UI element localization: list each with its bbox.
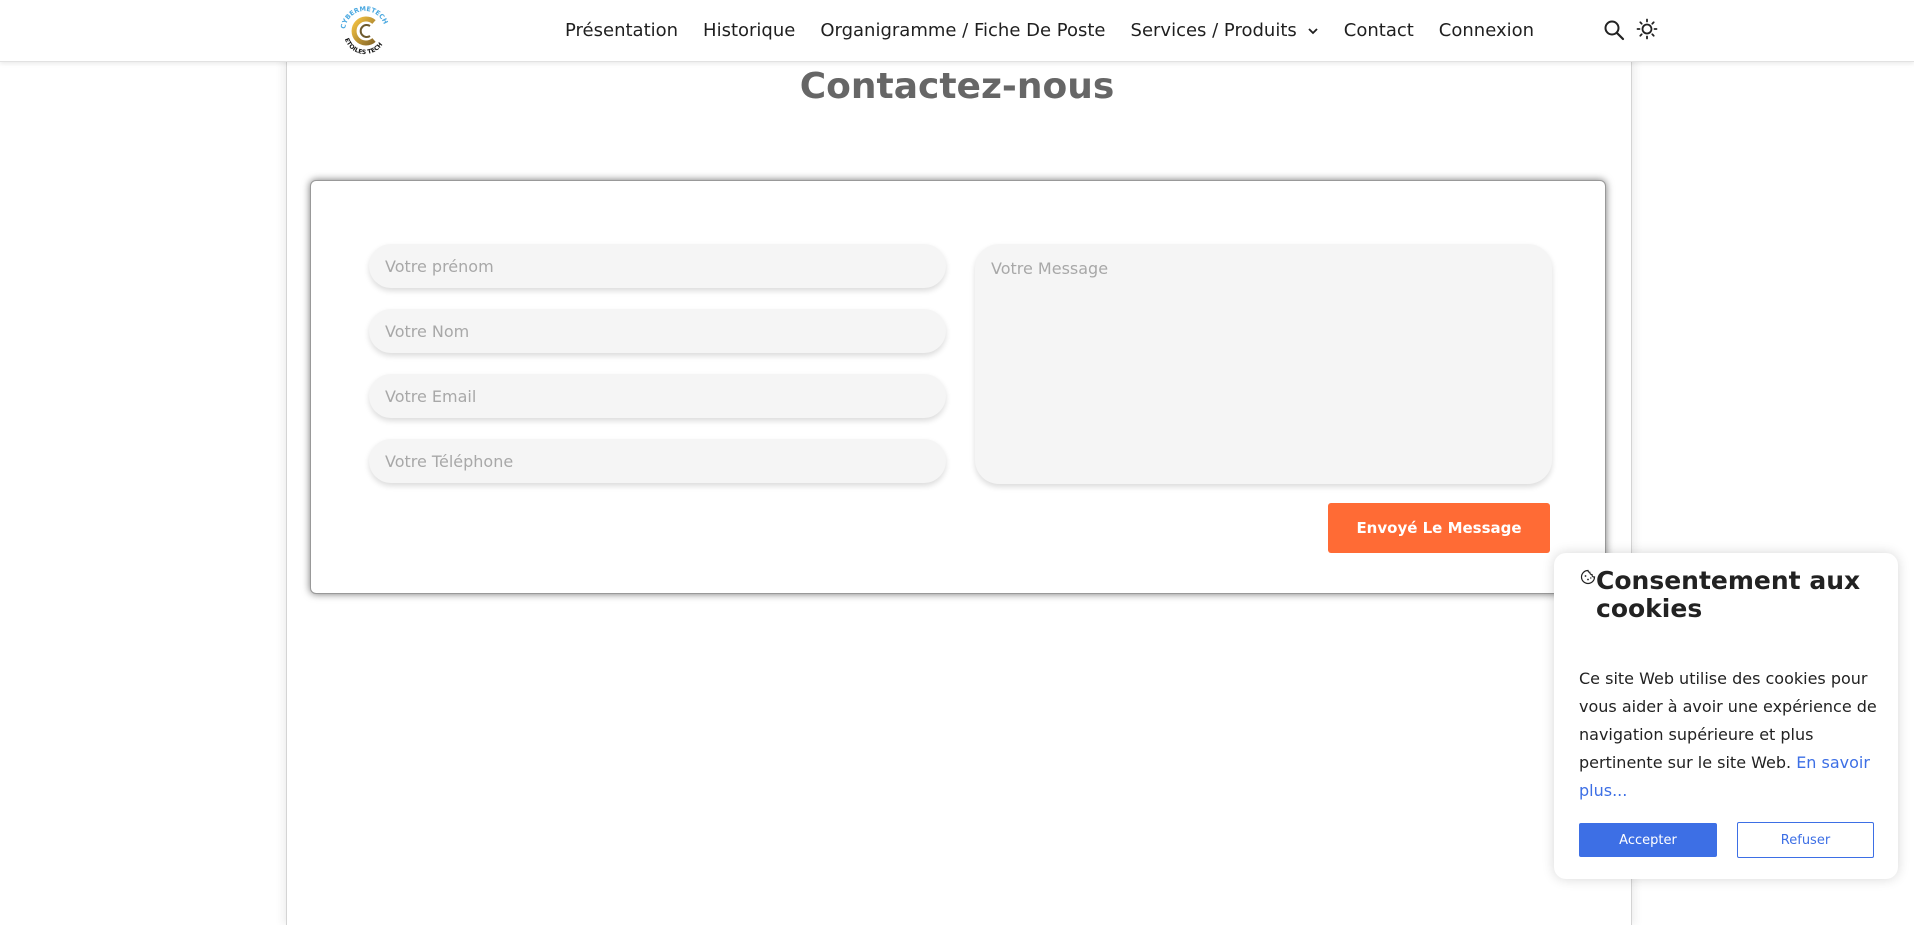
- email-input[interactable]: [369, 374, 946, 418]
- cookie-description: Ce site Web utilise des cookies pour vou…: [1579, 665, 1879, 805]
- nav-services-produits[interactable]: Services / Produits: [1131, 20, 1319, 41]
- logo-text-bottom: ETOILES TECH: [343, 37, 384, 56]
- contact-form: Envoyé Le Message: [310, 180, 1606, 594]
- nav-label: Présentation: [565, 20, 679, 41]
- nav-label: Historique: [703, 20, 796, 41]
- message-textarea[interactable]: [975, 244, 1552, 484]
- cookie-title: Consentement aux cookies: [1596, 566, 1861, 623]
- nav-contact[interactable]: Contact: [1344, 20, 1414, 41]
- nav-historique[interactable]: Historique: [703, 20, 795, 41]
- cookie-icon: [1580, 569, 1596, 585]
- nav-label: Contact: [1343, 20, 1414, 41]
- refuse-cookies-button[interactable]: Refuser: [1737, 822, 1874, 858]
- nav-presentation[interactable]: Présentation: [565, 20, 678, 41]
- send-message-button[interactable]: Envoyé Le Message: [1328, 503, 1550, 553]
- theme-toggle-icon[interactable]: [1636, 18, 1658, 40]
- nav-label: Services / Produits: [1130, 20, 1297, 41]
- nav-organigramme[interactable]: Organigramme / Fiche De Poste: [820, 20, 1105, 41]
- lastname-input[interactable]: [369, 309, 946, 353]
- nav-connexion[interactable]: Connexion: [1439, 20, 1534, 41]
- nav-label: Connexion: [1438, 20, 1535, 41]
- nav-label: Organigramme / Fiche De Poste: [820, 20, 1106, 41]
- search-icon[interactable]: [1603, 19, 1625, 41]
- page-title: Contactez-nous: [799, 66, 1115, 107]
- firstname-input[interactable]: [369, 244, 946, 288]
- phone-input[interactable]: [369, 439, 946, 483]
- accept-cookies-button[interactable]: Accepter: [1579, 823, 1717, 857]
- svg-text:ETOILES TECH: ETOILES TECH: [343, 37, 384, 56]
- chevron-down-icon: [1308, 27, 1318, 34]
- site-logo[interactable]: CYBERMETECH ETOILES TECH: [336, 2, 394, 60]
- site-header: CYBERMETECH ETOILES TECH Présentation Hi…: [0, 0, 1914, 62]
- main-nav: Présentation Historique Organigramme / F…: [565, 0, 1559, 61]
- cookie-consent-popup: Consentement aux cookies Ce site Web uti…: [1554, 553, 1898, 879]
